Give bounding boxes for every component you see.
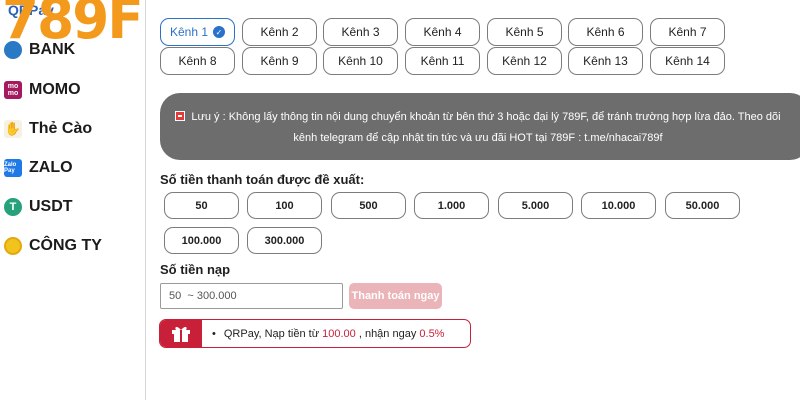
momo-icon: mo mo: [4, 81, 22, 99]
sidebar-item-the-cao[interactable]: ✋ Thẻ Cào: [4, 117, 92, 141]
channel-button-11[interactable]: Kênh 11: [405, 47, 480, 75]
channel-button-8[interactable]: Kênh 8: [160, 47, 235, 75]
sidebar-item-label: ZALO: [29, 159, 73, 176]
warning-icon: [175, 111, 186, 121]
amount-button-10000[interactable]: 10.000: [581, 192, 656, 219]
channel-button-7[interactable]: Kênh 7: [650, 18, 725, 46]
sidebar-item-cong-ty[interactable]: CÔNG TY: [4, 234, 102, 258]
suggested-amounts-title: Số tiền thanh toán được đề xuất:: [160, 172, 365, 187]
channel-label: Kênh 1: [169, 25, 209, 39]
sidebar-item-label: MOMO: [29, 81, 81, 98]
channel-button-6[interactable]: Kênh 6: [568, 18, 643, 46]
coin-icon: [4, 237, 22, 255]
amount-button-50000[interactable]: 50.000: [665, 192, 740, 219]
sidebar-item-momo[interactable]: mo mo MOMO: [4, 78, 81, 102]
channel-button-3[interactable]: Kênh 3: [323, 18, 398, 46]
amount-button-50[interactable]: 50: [164, 192, 239, 219]
amount-button-100[interactable]: 100: [247, 192, 322, 219]
gift-icon: [160, 320, 202, 347]
promo-text-part: , Nạp tiền từ: [258, 327, 323, 340]
channel-button-13[interactable]: Kênh 13: [568, 47, 643, 75]
sidebar: QRPay 789F BANK mo mo MOMO ✋ Thẻ Cào Zal…: [0, 0, 146, 400]
amount-button-500[interactable]: 500: [331, 192, 406, 219]
sidebar-item-label: CÔNG TY: [29, 237, 102, 254]
promo-method: QRPay: [223, 327, 259, 340]
channel-button-5[interactable]: Kênh 5: [487, 18, 562, 46]
amount-button-300000[interactable]: 300.000: [247, 227, 322, 254]
promo-min-amount: 100.00: [322, 327, 356, 340]
check-icon: ✓: [213, 26, 226, 38]
usdt-icon: T: [4, 198, 22, 216]
notice-line-2: kênh telegram để cập nhật tin tức và ưu …: [293, 132, 663, 144]
channel-button-9[interactable]: Kênh 9: [242, 47, 317, 75]
promo-text: • QRPay, Nạp tiền từ 100.00 , nhận ngay 0…: [212, 327, 445, 340]
channel-button-10[interactable]: Kênh 10: [323, 47, 398, 75]
pay-now-button[interactable]: Thanh toán ngay: [349, 283, 442, 309]
promo-text-part: , nhận ngay: [355, 327, 420, 340]
notice-line-1: Lưu ý : Không lấy thông tin nội dung chu…: [191, 111, 781, 123]
sidebar-item-usdt[interactable]: T USDT: [4, 195, 73, 219]
amount-button-100000[interactable]: 100.000: [164, 227, 239, 254]
deposit-amount-input[interactable]: [160, 283, 343, 309]
channel-button-12[interactable]: Kênh 12: [487, 47, 562, 75]
channel-button-2[interactable]: Kênh 2: [242, 18, 317, 46]
promo-banner: • QRPay, Nạp tiền từ 100.00 , nhận ngay 0…: [159, 319, 471, 348]
brand-logo: 789F: [2, 0, 144, 52]
amount-button-5000[interactable]: 5.000: [498, 192, 573, 219]
deposit-amount-title: Số tiền nạp: [160, 262, 231, 277]
channel-button-1[interactable]: Kênh 1 ✓: [160, 18, 235, 46]
promo-bonus: 0.5%: [419, 327, 445, 340]
channel-button-4[interactable]: Kênh 4: [405, 18, 480, 46]
notice-banner: Lưu ý : Không lấy thông tin nội dung chu…: [160, 93, 800, 160]
sidebar-item-label: Thẻ Cào: [29, 120, 93, 137]
channel-button-14[interactable]: Kênh 14: [650, 47, 725, 75]
zalo-icon: Zalo Pay: [4, 159, 22, 177]
sidebar-item-zalo[interactable]: Zalo Pay ZALO: [4, 156, 73, 180]
amount-button-1000[interactable]: 1.000: [414, 192, 489, 219]
sidebar-item-label: USDT: [29, 198, 73, 215]
scratch-card-icon: ✋: [4, 120, 22, 138]
